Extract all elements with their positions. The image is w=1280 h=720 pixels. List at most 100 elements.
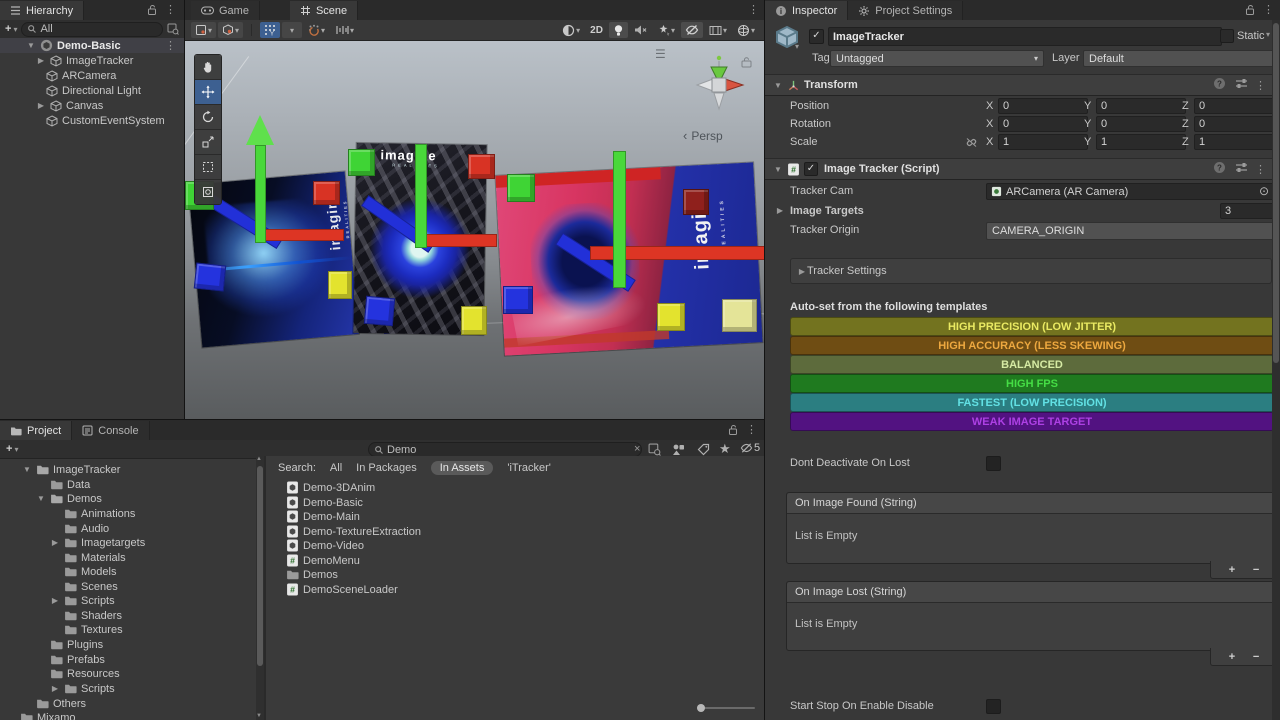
project-search-input[interactable]: Demo [368,442,642,457]
gizmo-x-axis[interactable] [264,229,344,241]
lock-icon[interactable] [146,4,158,19]
folder-row[interactable]: ▶Imagetargets [0,535,145,550]
create-asset-button[interactable]: + [6,443,12,455]
tab-game[interactable]: Game [191,1,260,20]
result-row[interactable]: Demo-Basic [266,495,363,510]
position-y-field[interactable]: 0 [1096,98,1186,114]
on-image-lost-header[interactable]: On Image Lost (String) [787,582,1277,603]
folder-row[interactable]: Data [0,477,90,492]
folder-row[interactable]: ▼Demos [0,491,102,506]
filter-in-assets[interactable]: In Assets [431,461,494,475]
tree-scrollbar[interactable]: ▲ ▼ [256,456,264,720]
tag-dropdown[interactable]: Untagged▾ [830,50,1044,67]
result-row[interactable]: Demo-Main [266,509,360,524]
presets-icon[interactable] [1235,78,1248,92]
folder-row[interactable]: Mixamo [0,710,76,720]
template-balanced-button[interactable]: BALANCED [790,355,1274,374]
corner-cube-darkred[interactable] [683,189,709,215]
transform-tool-button[interactable] [195,180,221,204]
result-row[interactable]: #DemoSceneLoader [266,582,398,597]
rotation-snap-button[interactable]: ▾ [304,22,329,38]
inspector-scrollbar[interactable] [1272,20,1280,720]
template-high-fps-button[interactable]: HIGH FPS [790,374,1274,393]
tool-handle-rotation-button[interactable]: ▾ [218,22,243,38]
foldout-closed-icon[interactable]: ▶ [775,206,785,215]
filter-all[interactable]: All [330,462,342,474]
template-high-accuracy-button[interactable]: HIGH ACCURACY (LESS SKEWING) [790,336,1274,355]
corner-cube-blue[interactable] [194,263,227,292]
foldout-closed-icon[interactable]: ▶ [50,596,60,605]
folder-row[interactable]: Scenes [0,579,118,594]
dont-deactivate-checkbox[interactable] [986,456,1001,471]
static-dropdown-icon[interactable]: ▾ [1266,30,1270,39]
on-image-found-header[interactable]: On Image Found (String) [787,493,1277,514]
result-row[interactable]: Demo-Video [266,538,364,553]
result-row[interactable]: Demos [266,567,338,582]
corner-cube-pale-yellow[interactable] [722,299,757,332]
gizmo-x-axis[interactable] [423,234,497,247]
scrollbar-thumb[interactable] [1273,23,1279,363]
scroll-up-icon[interactable]: ▲ [256,456,262,462]
rect-tool-button[interactable] [195,155,221,180]
transform-menu-icon[interactable]: ⋮ [1255,79,1266,92]
add-dropdown-icon[interactable]: ▾ [13,25,17,34]
clear-search-icon[interactable]: × [634,443,640,455]
foldout-open-icon[interactable]: ▼ [36,494,46,503]
scrollbar-thumb[interactable] [257,466,263,666]
corner-cube-green[interactable] [348,149,375,176]
lock-icon[interactable] [1244,4,1256,19]
template-fastest-button[interactable]: FASTEST (LOW PRECISION) [790,393,1274,412]
grid-snap-dropdown[interactable]: ▾ [282,22,302,38]
folder-row[interactable]: Resources [0,666,120,681]
folder-row[interactable]: Audio [0,521,109,536]
filter-saved-search[interactable]: 'iTracker' [507,462,551,474]
hierarchy-menu-icon[interactable]: ⋮ [165,3,176,16]
corner-cube-yellow[interactable] [657,303,685,331]
folder-row[interactable]: Shaders [0,608,122,623]
foldout-closed-icon[interactable]: ▶ [50,684,60,693]
gizmo-y-axis[interactable] [613,151,626,288]
foldout-open-icon[interactable]: ▼ [773,81,783,90]
tab-scene[interactable]: Scene [290,1,358,20]
thumbnail-zoom-slider[interactable] [697,704,755,712]
folder-row[interactable]: Animations [0,506,135,521]
remove-event-button[interactable]: − [1253,651,1259,663]
corner-cube-red[interactable] [313,181,340,205]
filter-in-packages[interactable]: In Packages [356,462,417,474]
favorites-star-icon[interactable]: ★ [719,441,731,457]
position-x-field[interactable]: 0 [998,98,1088,114]
scene-viewport[interactable]: imagine REALITIES imagine REALITIES [185,41,765,420]
tab-console[interactable]: Console [72,421,149,440]
foldout-open-icon[interactable]: ▼ [773,165,783,174]
corner-cube-red[interactable] [468,154,495,179]
hand-tool-button[interactable] [195,55,221,80]
help-icon[interactable]: ? [1213,77,1226,93]
foldout-open-icon[interactable]: ▼ [26,41,36,50]
component-enabled-checkbox[interactable]: ✓ [804,162,818,176]
create-dropdown-icon[interactable]: ▾ [14,445,18,454]
search-window-icon[interactable] [167,23,179,35]
mode-2d-button[interactable]: 2D [586,22,607,38]
foldout-closed-icon[interactable]: ▶ [50,538,60,547]
rotation-z-field[interactable]: 0 [1194,116,1280,132]
search-window-icon[interactable] [648,443,661,456]
grid-lock-icon[interactable] [741,57,752,68]
template-weak-image-target-button[interactable]: WEAK IMAGE TARGET [790,412,1274,431]
corner-cube-blue[interactable] [364,296,395,326]
hidden-count-button[interactable]: 5 [740,442,760,454]
foldout-closed-icon[interactable]: ▶ [36,101,46,110]
corner-cube-yellow[interactable] [328,271,352,299]
scene-menu-icon[interactable]: ⋮ [165,39,176,52]
camera-overscan-button[interactable]: ▾ [705,22,731,38]
corner-cube-blue[interactable] [503,286,533,314]
hierarchy-row-scene[interactable]: ▼ Demo-Basic ⋮ [0,38,184,53]
shading-mode-button[interactable]: ▾ [558,22,584,38]
corner-cube-yellow[interactable] [461,306,487,335]
foldout-closed-icon[interactable]: ▶ [36,56,46,65]
rotation-x-field[interactable]: 0 [998,116,1088,132]
scale-z-field[interactable]: 1 [1194,134,1280,150]
gizmo-y-axis[interactable] [415,144,427,248]
scene-visibility-button[interactable] [681,22,703,38]
add-event-button[interactable]: + [1229,564,1235,576]
folder-row[interactable]: Others [0,696,86,711]
